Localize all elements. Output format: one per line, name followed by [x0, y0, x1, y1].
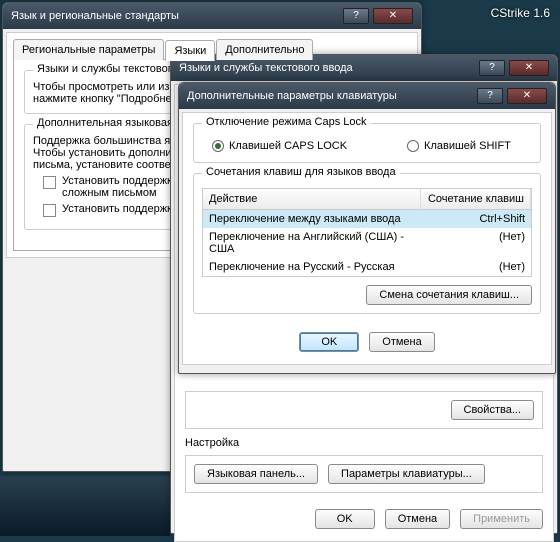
- list-item[interactable]: Переключение на Английский (США) - США (…: [203, 228, 531, 258]
- close-icon[interactable]: ✕: [509, 60, 549, 76]
- group-capslock: Отключение режима Caps Lock: [202, 116, 371, 128]
- tab-languages[interactable]: Языки: [165, 40, 215, 61]
- language-bar-button[interactable]: Языковая панель...: [194, 464, 318, 484]
- close-icon[interactable]: ✕: [507, 88, 547, 104]
- ok-button[interactable]: OK: [299, 332, 359, 352]
- help-icon[interactable]: ?: [479, 60, 505, 76]
- cancel-button[interactable]: Отмена: [369, 332, 434, 352]
- ok-button[interactable]: OK: [315, 509, 375, 529]
- change-hotkey-button[interactable]: Смена сочетания клавиш...: [366, 285, 532, 305]
- properties-button[interactable]: Свойства...: [451, 400, 534, 420]
- radio-capslock-key[interactable]: Клавишей CAPS LOCK: [212, 140, 347, 152]
- keyboard-params-button[interactable]: Параметры клавиатуры...: [328, 464, 485, 484]
- group-hotkeys: Сочетания клавиш для языков ввода: [202, 166, 400, 178]
- titlebar[interactable]: Дополнительные параметры клавиатуры ? ✕: [179, 83, 555, 109]
- help-icon[interactable]: ?: [343, 8, 369, 24]
- hotkey-list[interactable]: Действие Сочетание клавиш Переключение м…: [202, 188, 532, 277]
- col-action[interactable]: Действие: [203, 189, 421, 209]
- titlebar[interactable]: Язык и региональные стандарты ? ✕: [3, 3, 421, 29]
- help-icon[interactable]: ?: [477, 88, 503, 104]
- radio-icon: [212, 140, 224, 152]
- list-item[interactable]: Переключение между языками ввода Ctrl+Sh…: [203, 210, 531, 228]
- checkbox-icon: [43, 204, 56, 217]
- section-settings: Настройка: [185, 437, 543, 449]
- radio-icon: [407, 140, 419, 152]
- col-combo[interactable]: Сочетание клавиш: [421, 189, 531, 209]
- checkbox-icon: [43, 176, 56, 189]
- cancel-button[interactable]: Отмена: [385, 509, 450, 529]
- tab-regional[interactable]: Региональные параметры: [13, 39, 164, 60]
- radio-shift-key[interactable]: Клавишей SHIFT: [407, 140, 511, 152]
- tab-advanced[interactable]: Дополнительно: [216, 39, 313, 60]
- apply-button[interactable]: Применить: [460, 509, 543, 529]
- taskbar-app[interactable]: CStrike 1.6: [483, 2, 558, 24]
- window-title: Язык и региональные стандарты: [11, 10, 179, 22]
- window-title: Дополнительные параметры клавиатуры: [187, 90, 397, 102]
- list-item[interactable]: Переключение на Русский - Русская (Нет): [203, 258, 531, 276]
- window-title: Языки и службы текстового ввода: [179, 62, 353, 74]
- window-advanced-keyboard: Дополнительные параметры клавиатуры ? ✕ …: [178, 82, 556, 374]
- close-icon[interactable]: ✕: [373, 8, 413, 24]
